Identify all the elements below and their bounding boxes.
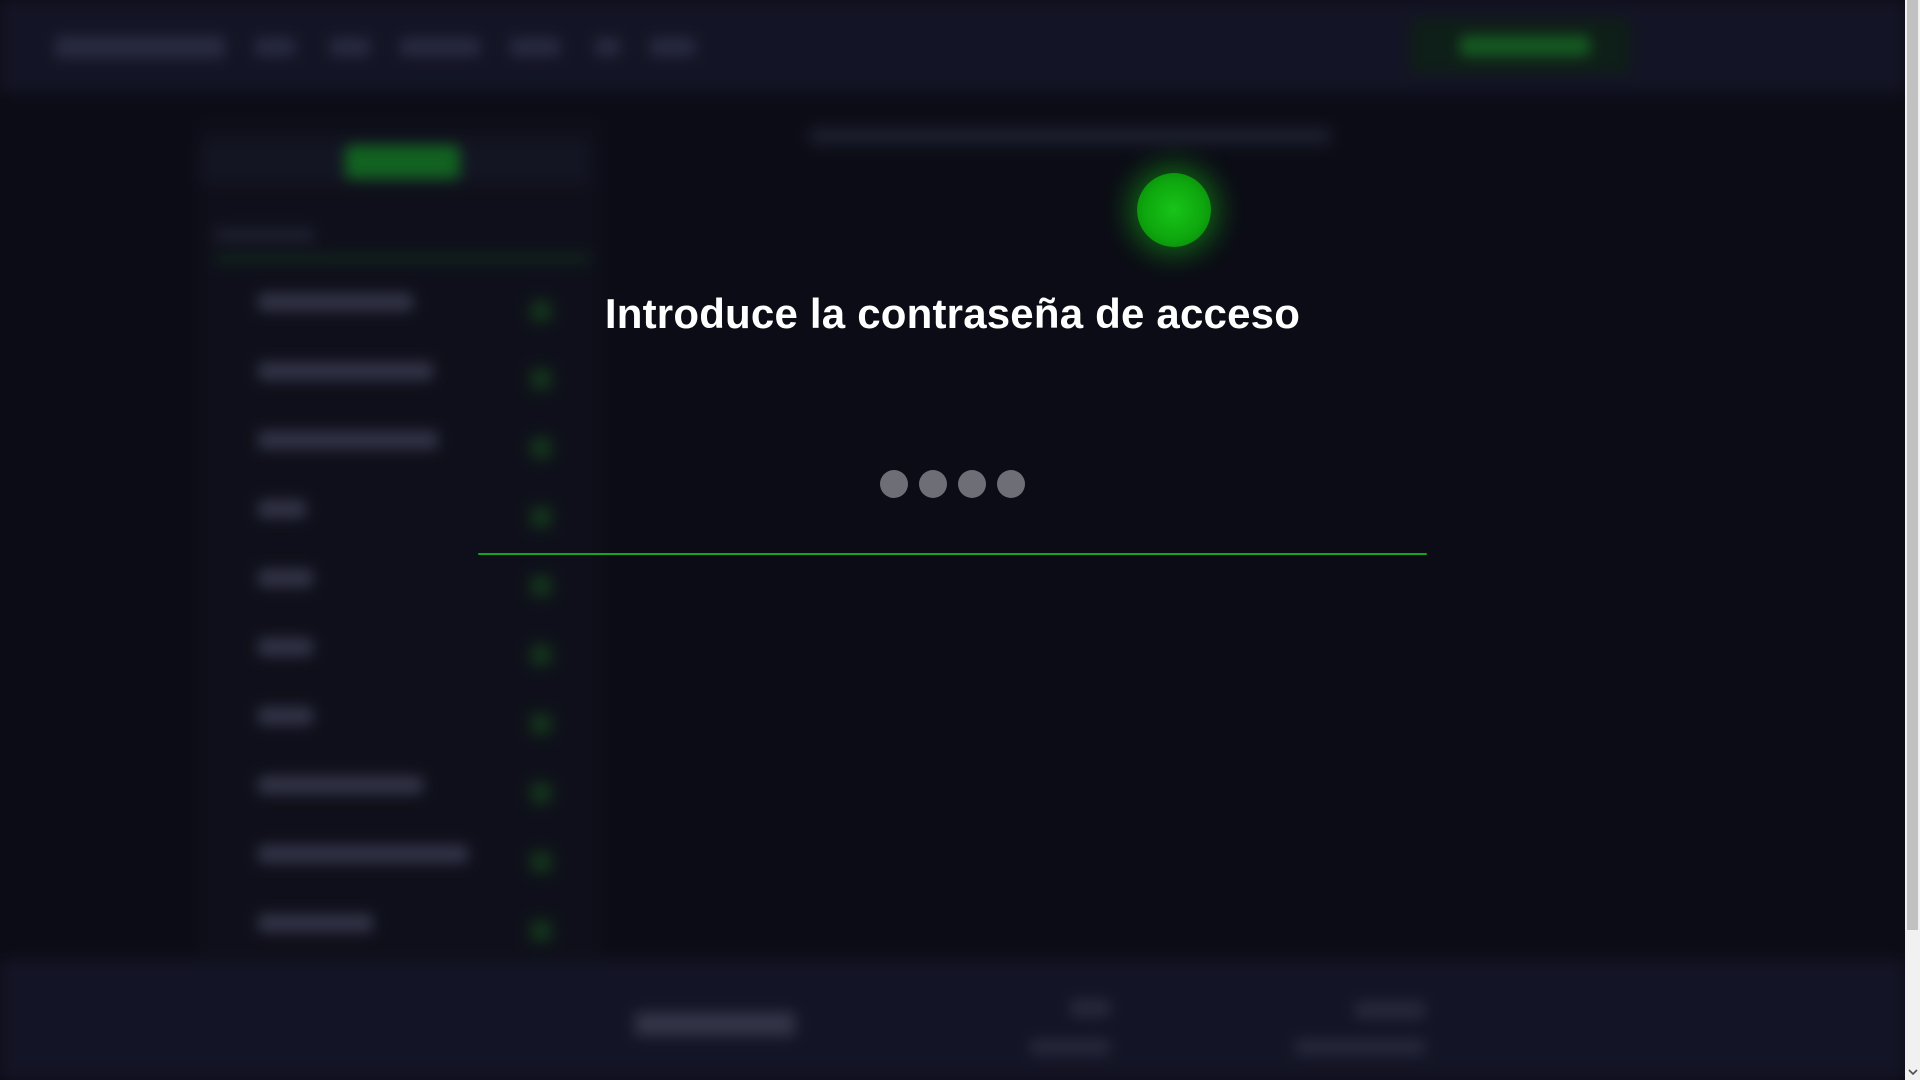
password-input[interactable] [478,420,1427,556]
chevron-down-icon[interactable] [1905,1064,1920,1080]
password-input-underline [478,553,1427,555]
scrollbar-thumb[interactable] [1907,0,1918,930]
status-orb-icon [1137,173,1211,247]
password-prompt-title: Introduce la contraseña de acceso [604,290,1301,337]
